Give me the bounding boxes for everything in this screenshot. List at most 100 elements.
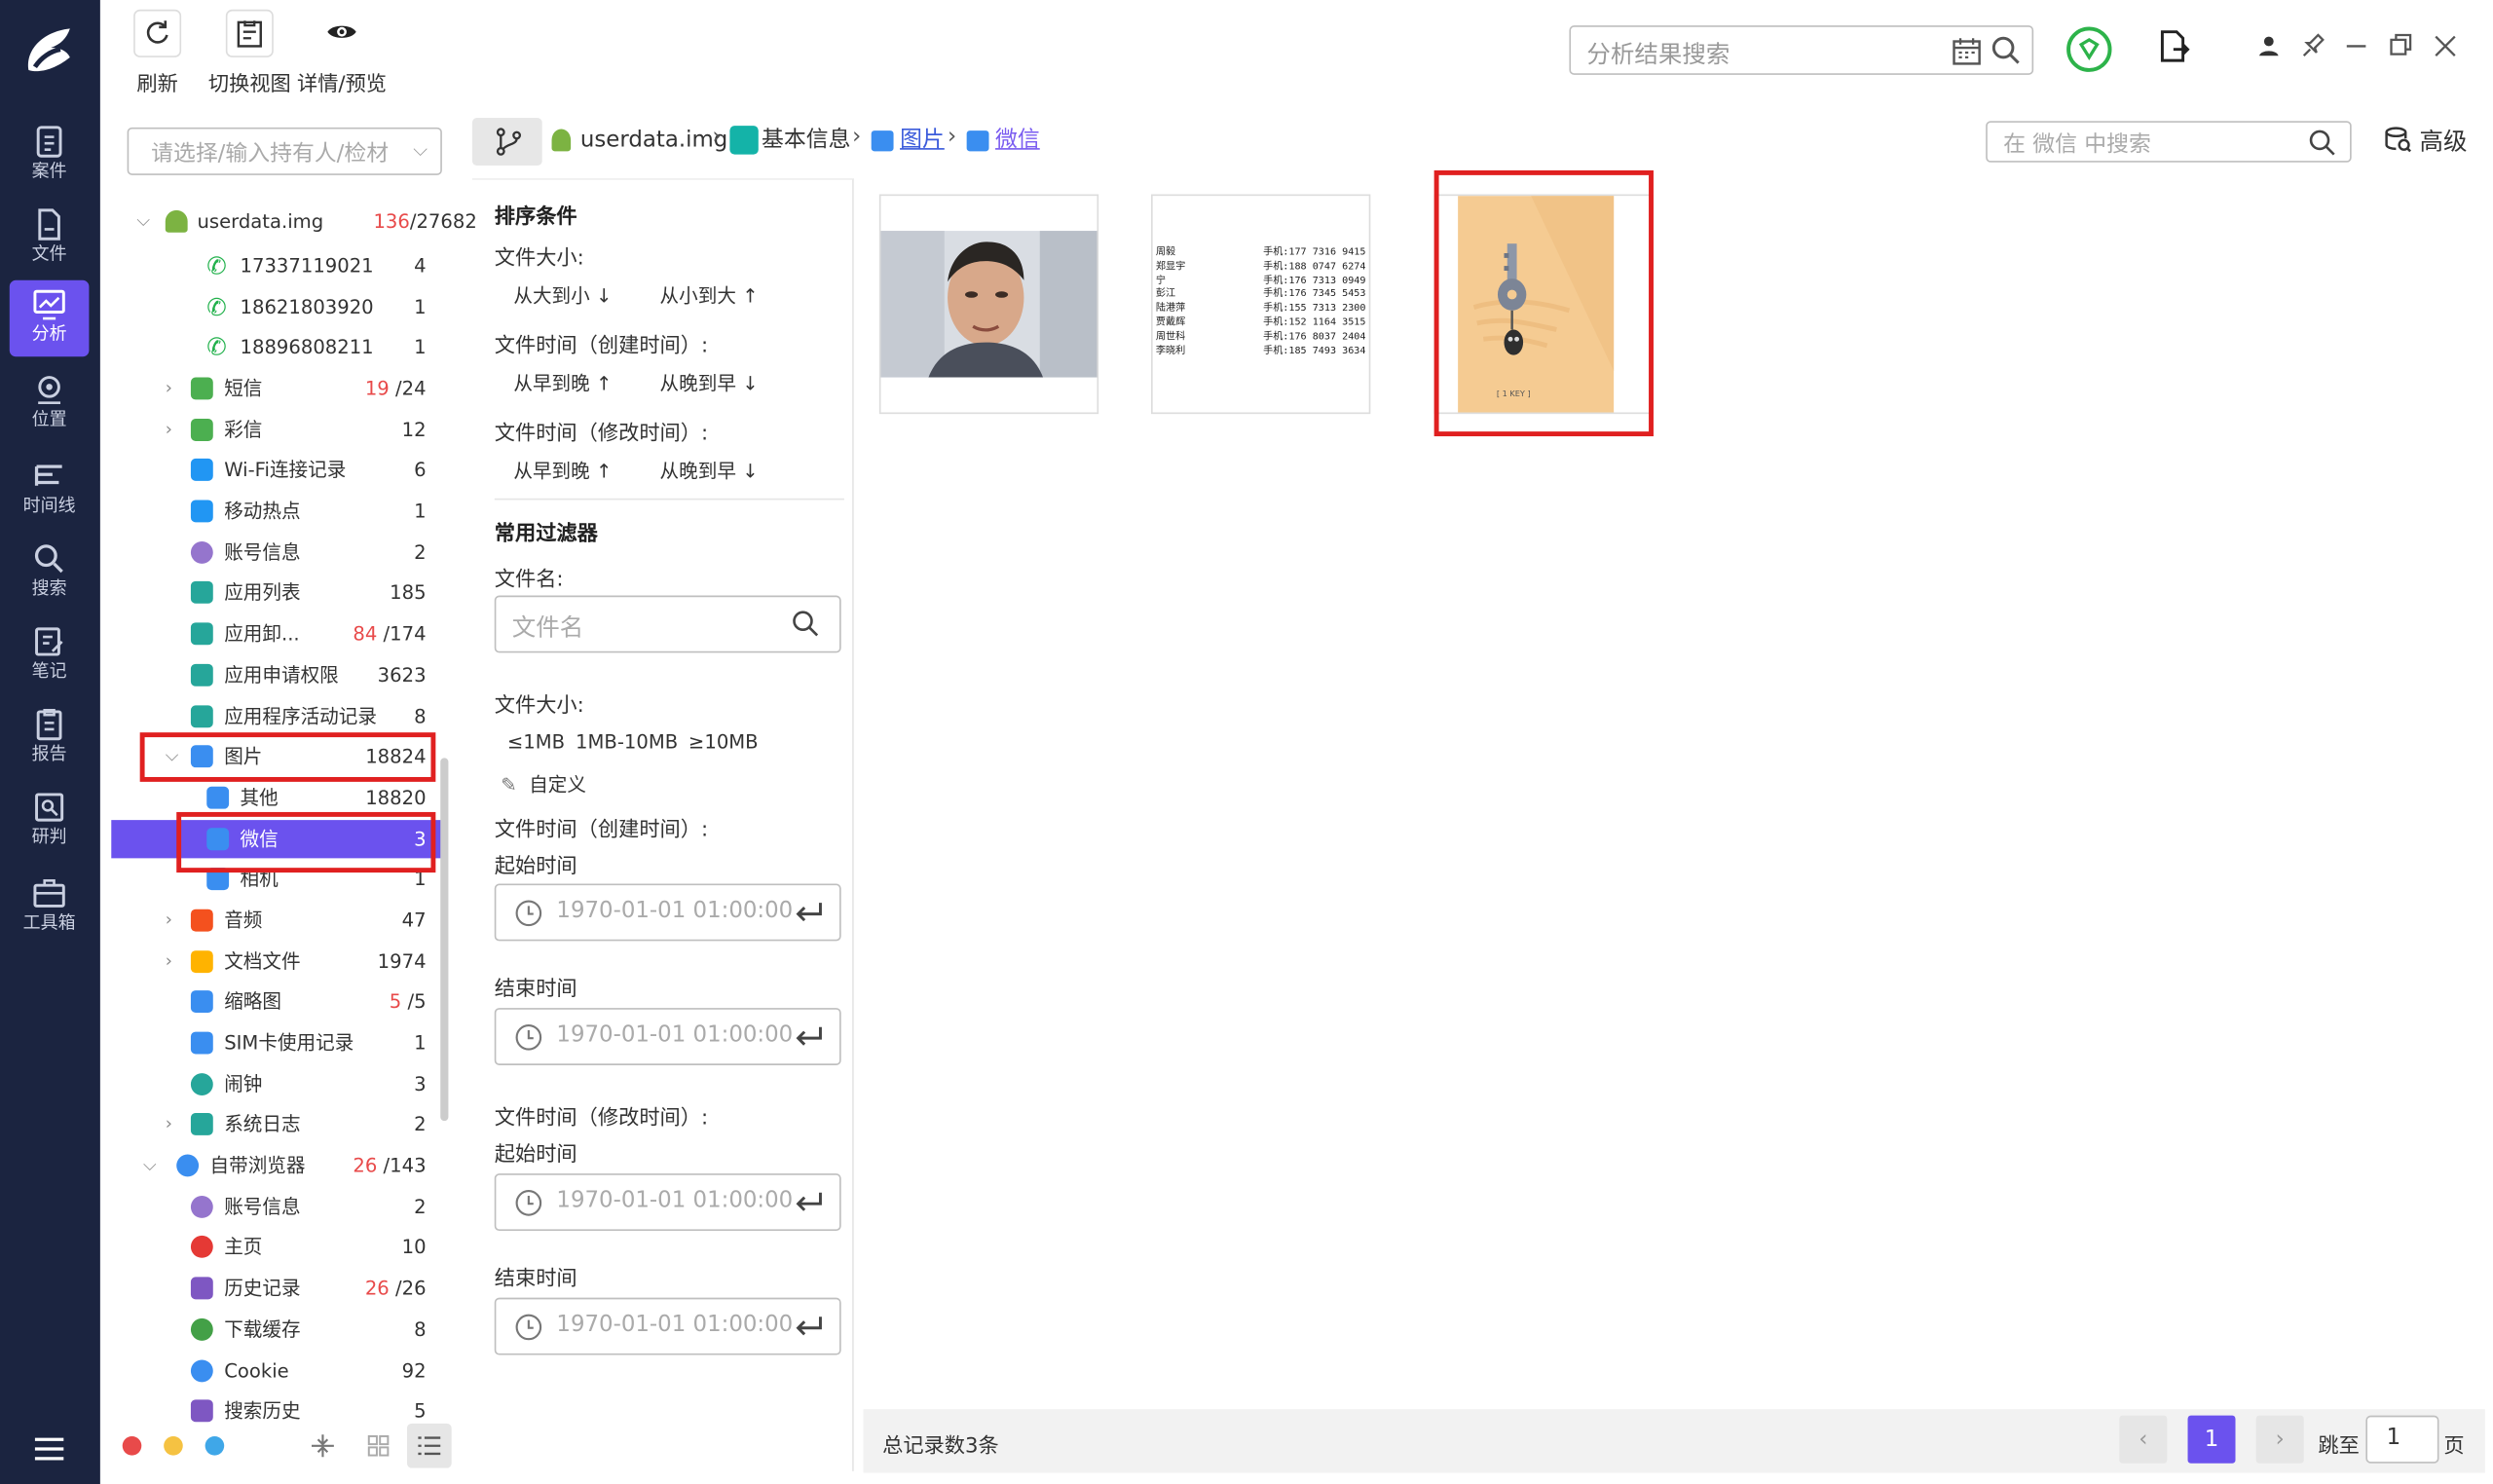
menu-icon[interactable] (32, 1436, 67, 1462)
chevron-down-icon[interactable]: ⌵ (143, 1146, 159, 1184)
thumbnail-key-image[interactable]: [ 1 KEY ] (1433, 194, 1654, 415)
search-icon[interactable] (792, 610, 820, 638)
holder-select[interactable]: 请选择/输入持有人/检材 ⌵ (127, 127, 442, 175)
size-opt-large[interactable]: ≥10MB (688, 731, 759, 754)
tree-row[interactable]: 账号信息 2 (111, 1188, 442, 1226)
red-dot-icon[interactable] (122, 1435, 142, 1456)
tree-row[interactable]: 相机 1 (111, 860, 442, 898)
thumbnail-portrait[interactable] (878, 194, 1099, 415)
tree-row[interactable]: ⌵ 图片 18824 (111, 737, 442, 775)
calendar-icon[interactable] (1952, 35, 1984, 67)
minimize-icon[interactable] (2344, 28, 2369, 63)
close-icon[interactable] (2433, 28, 2458, 63)
tree-row[interactable]: 应用程序活动记录 8 (111, 697, 442, 735)
tree-row[interactable]: › 文档文件 1974 (111, 943, 442, 981)
yellow-dot-icon[interactable] (164, 1435, 183, 1456)
list-view-button[interactable] (406, 1423, 452, 1468)
search-icon[interactable] (1991, 35, 2023, 67)
tree-row[interactable]: › 音频 47 (111, 902, 442, 940)
tree-row[interactable]: 移动热点 1 (111, 492, 442, 530)
tree-row[interactable]: 应用申请权限 3623 (111, 656, 442, 694)
size-custom[interactable]: ✎ 自定义 (501, 770, 586, 798)
sort-mtime-asc[interactable]: 从早到晚 ↑ (513, 457, 612, 484)
enter-icon[interactable] (795, 1191, 823, 1213)
tree-row[interactable]: 主页 10 (111, 1228, 442, 1266)
nav-item-report[interactable]: 报告 (10, 700, 90, 776)
enter-icon[interactable] (795, 902, 823, 924)
enter-icon[interactable] (795, 1025, 823, 1048)
tree-row-root[interactable]: ⌵ userdata.img 136/27682 (128, 203, 477, 241)
chevron-right-icon[interactable]: › (166, 943, 181, 981)
restore-icon[interactable] (2388, 28, 2413, 63)
tree-row[interactable]: 微信 3 (111, 820, 442, 859)
breadcrumb-item[interactable]: 基本信息 (762, 125, 850, 157)
thumbnail-contact-list[interactable]: 周毅 手机:177 7316 9415 郑显宇 手机:188 0747 6274 宁手机… (1151, 194, 1371, 415)
tree-row[interactable]: 应用列表 185 (111, 574, 442, 612)
tree-row[interactable]: 其他 18820 (111, 779, 442, 817)
tree-row[interactable]: 下载缓存 8 (111, 1311, 442, 1349)
tree-scrollbar[interactable] (440, 758, 449, 1122)
user-icon[interactable] (2257, 28, 2280, 63)
page-button-current[interactable]: 1 (2187, 1415, 2236, 1464)
nav-item-note[interactable]: 笔记 (10, 617, 90, 693)
tree-row[interactable]: ✆ 18621803920 1 (111, 288, 442, 326)
collapse-all-icon[interactable] (310, 1433, 335, 1459)
branch-button[interactable] (471, 118, 542, 167)
advanced-search-button[interactable]: 高级 (2383, 125, 2468, 158)
nav-item-judge[interactable]: 研判 (10, 784, 90, 860)
export-icon[interactable] (2156, 28, 2191, 63)
chevron-down-icon[interactable]: ⌵ (166, 737, 181, 775)
sort-mtime-desc[interactable]: 从晚到早 ↓ (660, 457, 759, 484)
grid-view-icon[interactable] (366, 1433, 391, 1459)
enter-icon[interactable] (795, 1316, 823, 1338)
detail-preview-button[interactable]: 详情/预览 (296, 9, 389, 99)
breadcrumb-current[interactable]: 微信 (995, 125, 1040, 157)
size-opt-medium[interactable]: 1MB-10MB (576, 731, 678, 754)
breadcrumb-item[interactable]: userdata.img (580, 125, 727, 157)
tree-row[interactable]: Wi-Fi连接记录 6 (111, 451, 442, 489)
tree-row[interactable]: › 彩信 12 (111, 411, 442, 449)
prev-page-button[interactable]: ‹ (2119, 1415, 2168, 1464)
tree-row[interactable]: SIM卡使用记录 1 (111, 1023, 442, 1061)
switch-view-button[interactable]: 切换视图 (206, 9, 292, 99)
filename-input[interactable]: 文件名 (494, 595, 841, 653)
tree-row[interactable]: 账号信息 2 (111, 534, 442, 572)
mtime-start-input[interactable]: 1970-01-01 01:00:00 (494, 1173, 841, 1232)
ctime-end-input[interactable]: 1970-01-01 01:00:00 (494, 1008, 841, 1065)
ctime-start-input[interactable]: 1970-01-01 01:00:00 (494, 883, 841, 942)
tree-row[interactable]: ⌵ 自带浏览器 26 /143 (111, 1146, 442, 1184)
nav-item-case[interactable]: 案件 (10, 118, 90, 194)
tree-row[interactable]: 闹钟 3 (111, 1065, 442, 1103)
tree-row[interactable]: 历史记录 26 /26 (111, 1269, 442, 1307)
nav-item-toolbox[interactable]: 工具箱 (10, 870, 90, 946)
sort-ctime-asc[interactable]: 从早到晚 ↑ (513, 369, 612, 396)
nav-item-analysis[interactable]: 分析 (9, 279, 90, 357)
nav-item-location[interactable]: 位置 (10, 366, 90, 442)
next-page-button[interactable]: › (2255, 1415, 2304, 1464)
tree-row[interactable]: ✆ 18896808211 1 (111, 328, 442, 366)
tree-row[interactable]: ✆ 17337119021 4 (111, 246, 442, 284)
wechat-search-input[interactable]: 在 微信 中搜索 (1986, 121, 2352, 163)
chevron-right-icon[interactable]: › (166, 411, 181, 449)
nav-item-timeline[interactable]: 时间线 (10, 452, 90, 528)
size-opt-small[interactable]: ≤1MB (507, 731, 565, 754)
refresh-button[interactable]: 刷新 (133, 9, 182, 99)
tree-row[interactable]: 缩略图 5 /5 (111, 983, 442, 1020)
chevron-right-icon[interactable]: › (166, 902, 181, 940)
sort-ctime-desc[interactable]: 从晚到早 ↓ (660, 369, 759, 396)
tree-row[interactable]: 应用卸... 84 /174 (111, 614, 442, 652)
blue-dot-icon[interactable] (205, 1435, 225, 1456)
mtime-end-input[interactable]: 1970-01-01 01:00:00 (494, 1297, 841, 1355)
breadcrumb-item[interactable]: 图片 (900, 125, 945, 157)
nav-item-search[interactable]: 搜索 (10, 535, 90, 611)
nav-item-file[interactable]: 文件 (10, 201, 90, 277)
chevron-right-icon[interactable]: › (166, 369, 181, 407)
jump-page-input[interactable]: 1 (2365, 1415, 2439, 1464)
sort-size-desc[interactable]: 从大到小 ↓ (513, 281, 612, 309)
sort-size-asc[interactable]: 从小到大 ↑ (660, 281, 759, 309)
result-search-input[interactable]: 分析结果搜索 (1569, 25, 2034, 75)
pin-icon[interactable] (2299, 28, 2325, 63)
tree-row[interactable]: › 短信 19 /24 (111, 369, 442, 407)
tree-row[interactable]: › 系统日志 2 (111, 1105, 442, 1143)
shield-status-icon[interactable] (2065, 25, 2113, 73)
